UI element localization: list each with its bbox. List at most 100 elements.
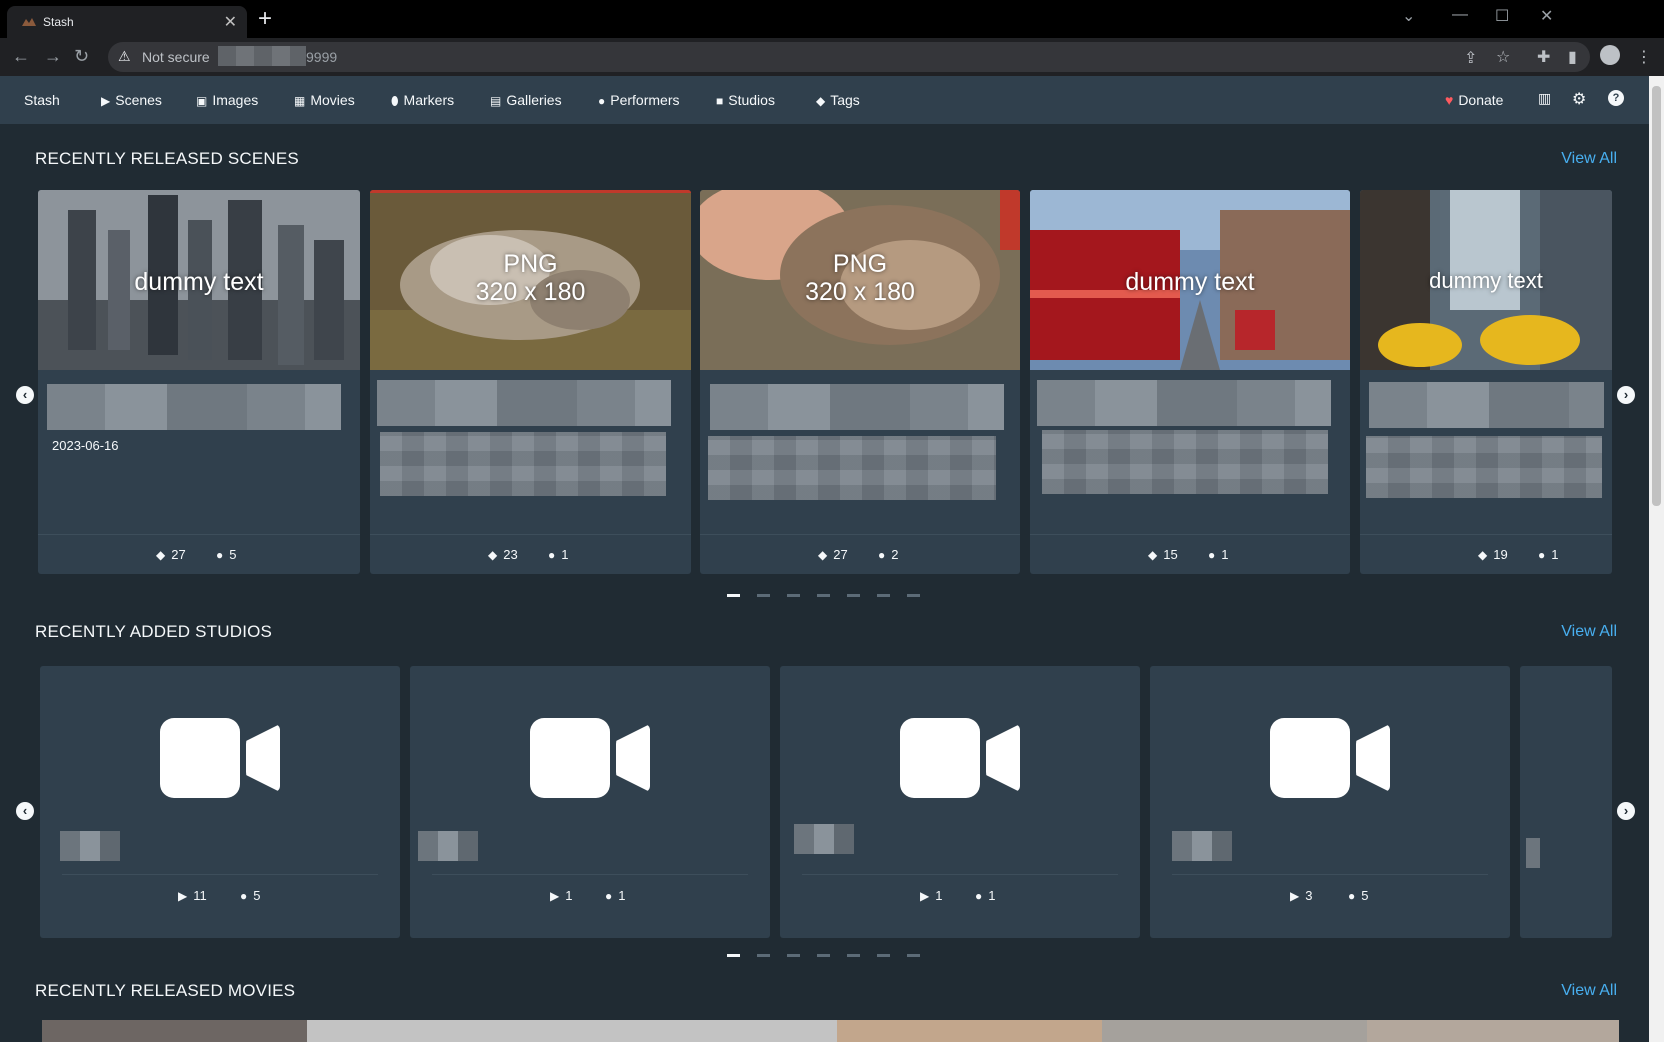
nav-studios-label: Studios <box>728 92 775 108</box>
user-icon: ● <box>1538 548 1546 562</box>
carousel-dot[interactable] <box>757 954 770 957</box>
scene-count: 3 <box>1305 888 1313 903</box>
tag-icon: ◆ <box>816 94 826 108</box>
scene-card[interactable]: dummy text 2023-06-16 ◆ 27 ● 5 <box>38 190 360 574</box>
stats-chart-icon[interactable]: ▥ <box>1538 90 1551 107</box>
carousel-dot[interactable] <box>847 954 860 957</box>
performer-count-button[interactable]: ● 1 <box>1538 547 1558 562</box>
nav-markers[interactable]: ⬮ Markers <box>391 92 454 109</box>
performer-count-button[interactable]: ● 1 <box>1208 547 1228 562</box>
browser-menu-icon[interactable]: ⋮ <box>1636 47 1652 67</box>
nav-studios[interactable]: ■ Studios <box>716 92 775 108</box>
profile-avatar-icon[interactable] <box>1600 45 1620 65</box>
studio-card[interactable]: ▶ 1 ● 1 <box>410 666 770 938</box>
scene-card[interactable]: dummy text ◆ 19 ● 1 <box>1360 190 1612 574</box>
performer-count-button[interactable]: ● 1 <box>548 547 568 562</box>
carousel-dot[interactable] <box>787 594 800 597</box>
view-all-movies-link[interactable]: View All <box>1561 982 1617 1000</box>
new-tab-button[interactable]: + <box>258 6 272 32</box>
scene-card[interactable]: PNG 320 x 180 ◆ 27 ● 2 <box>700 190 1020 574</box>
main-content: RECENTLY RELEASED SCENES View All ‹ › du… <box>0 124 1649 1042</box>
window-close-icon[interactable]: ✕ <box>1540 6 1553 26</box>
movie-card-cover[interactable] <box>1102 1020 1367 1042</box>
donate-link[interactable]: ♥ Donate <box>1445 92 1503 108</box>
images-icon: ▤ <box>490 94 502 108</box>
carousel-prev-icon[interactable]: ‹ <box>16 802 34 820</box>
carousel-dot[interactable] <box>907 594 920 597</box>
studio-card[interactable]: ▶ 3 ● 5 <box>1150 666 1510 938</box>
performer-count: 5 <box>253 888 261 903</box>
settings-gear-icon[interactable]: ⚙ <box>1572 89 1586 109</box>
carousel-next-icon[interactable]: › <box>1617 802 1635 820</box>
forward-icon[interactable]: → <box>44 46 62 66</box>
nav-galleries[interactable]: ▤ Galleries <box>490 92 562 108</box>
side-panel-icon[interactable]: ▮ <box>1568 47 1577 67</box>
tag-count-button[interactable]: ◆ 27 <box>818 547 848 562</box>
carousel-dot[interactable] <box>907 954 920 957</box>
thumbnail-overlay-text: PNG <box>832 250 888 278</box>
thumbnail-overlay-text: dummy text <box>1125 268 1255 296</box>
movie-card-cover[interactable] <box>307 1020 837 1042</box>
nav-images[interactable]: ▣ Images <box>196 92 258 108</box>
user-icon: ● <box>548 548 556 562</box>
movie-card-cover[interactable] <box>1367 1020 1619 1042</box>
carousel-next-icon[interactable]: › <box>1617 386 1635 404</box>
page-scrollbar[interactable] <box>1649 76 1664 1042</box>
scene-count-button[interactable]: ▶ 3 <box>1290 888 1312 903</box>
reload-icon[interactable]: ↻ <box>74 46 89 66</box>
nav-movies[interactable]: ▦ Movies <box>294 92 355 108</box>
movie-card-cover[interactable] <box>837 1020 1102 1042</box>
carousel-dot[interactable] <box>817 954 830 957</box>
back-icon[interactable]: ← <box>12 46 30 66</box>
nav-scenes[interactable]: ▶ Scenes <box>101 92 162 108</box>
studio-card[interactable] <box>1520 666 1612 938</box>
performer-count-button[interactable]: ● 5 <box>1348 888 1368 903</box>
carousel-dot[interactable] <box>877 594 890 597</box>
performer-count-button[interactable]: ● 1 <box>605 888 625 903</box>
carousel-dot[interactable] <box>847 594 860 597</box>
tab-close-icon[interactable]: ✕ <box>224 12 237 32</box>
scrollbar-thumb[interactable] <box>1652 86 1661 506</box>
carousel-prev-icon[interactable]: ‹ <box>16 386 34 404</box>
tab-search-icon[interactable]: ⌄ <box>1402 6 1415 26</box>
performer-count-button[interactable]: ● 1 <box>975 888 995 903</box>
carousel-dot[interactable] <box>727 594 740 597</box>
tag-count-button[interactable]: ◆ 27 <box>156 547 186 562</box>
maximize-icon[interactable]: ☐ <box>1495 6 1509 26</box>
scene-count-button[interactable]: ▶ 1 <box>920 888 942 903</box>
tag-count-button[interactable]: ◆ 23 <box>488 547 518 562</box>
carousel-dot[interactable] <box>877 954 890 957</box>
performer-count-button[interactable]: ● 5 <box>216 547 236 562</box>
nav-performers[interactable]: ● Performers <box>598 92 679 108</box>
tag-count-button[interactable]: ◆ 15 <box>1148 547 1178 562</box>
video-camera-icon <box>530 718 650 798</box>
movie-card-cover[interactable] <box>42 1020 307 1042</box>
performer-count: 1 <box>988 888 996 903</box>
studio-card[interactable]: ▶ 1 ● 1 <box>780 666 1140 938</box>
minimize-icon[interactable]: — <box>1452 6 1468 24</box>
scene-card[interactable]: PNG 320 x 180 ◆ 23 ● 1 <box>370 190 691 574</box>
performer-count-button[interactable]: ● 5 <box>240 888 260 903</box>
scene-count: 1 <box>565 888 573 903</box>
carousel-dot[interactable] <box>727 954 740 957</box>
scene-count-button[interactable]: ▶ 11 <box>178 888 207 903</box>
address-bar[interactable]: ⚠ Not secure 9999 ⇪ ☆ <box>108 42 1590 72</box>
brand-link[interactable]: Stash <box>24 92 60 108</box>
share-icon[interactable]: ⇪ <box>1464 48 1477 68</box>
carousel-dot[interactable] <box>787 954 800 957</box>
bookmark-star-icon[interactable]: ☆ <box>1496 47 1510 67</box>
scene-card[interactable]: dummy text ◆ 15 ● 1 <box>1030 190 1350 574</box>
carousel-dot[interactable] <box>817 594 830 597</box>
redacted-studio-name <box>1172 831 1232 861</box>
nav-tags[interactable]: ◆ Tags <box>816 92 860 108</box>
help-icon[interactable]: ? <box>1608 90 1624 106</box>
extensions-icon[interactable]: ✚ <box>1537 47 1550 67</box>
browser-tab[interactable]: Stash ✕ <box>7 6 247 38</box>
studio-card[interactable]: ▶ 11 ● 5 <box>40 666 400 938</box>
view-all-scenes-link[interactable]: View All <box>1561 150 1617 168</box>
carousel-dot[interactable] <box>757 594 770 597</box>
view-all-studios-link[interactable]: View All <box>1561 623 1617 641</box>
performer-count-button[interactable]: ● 2 <box>878 547 898 562</box>
tag-count-button[interactable]: ◆ 19 <box>1478 547 1508 562</box>
scene-count-button[interactable]: ▶ 1 <box>550 888 572 903</box>
